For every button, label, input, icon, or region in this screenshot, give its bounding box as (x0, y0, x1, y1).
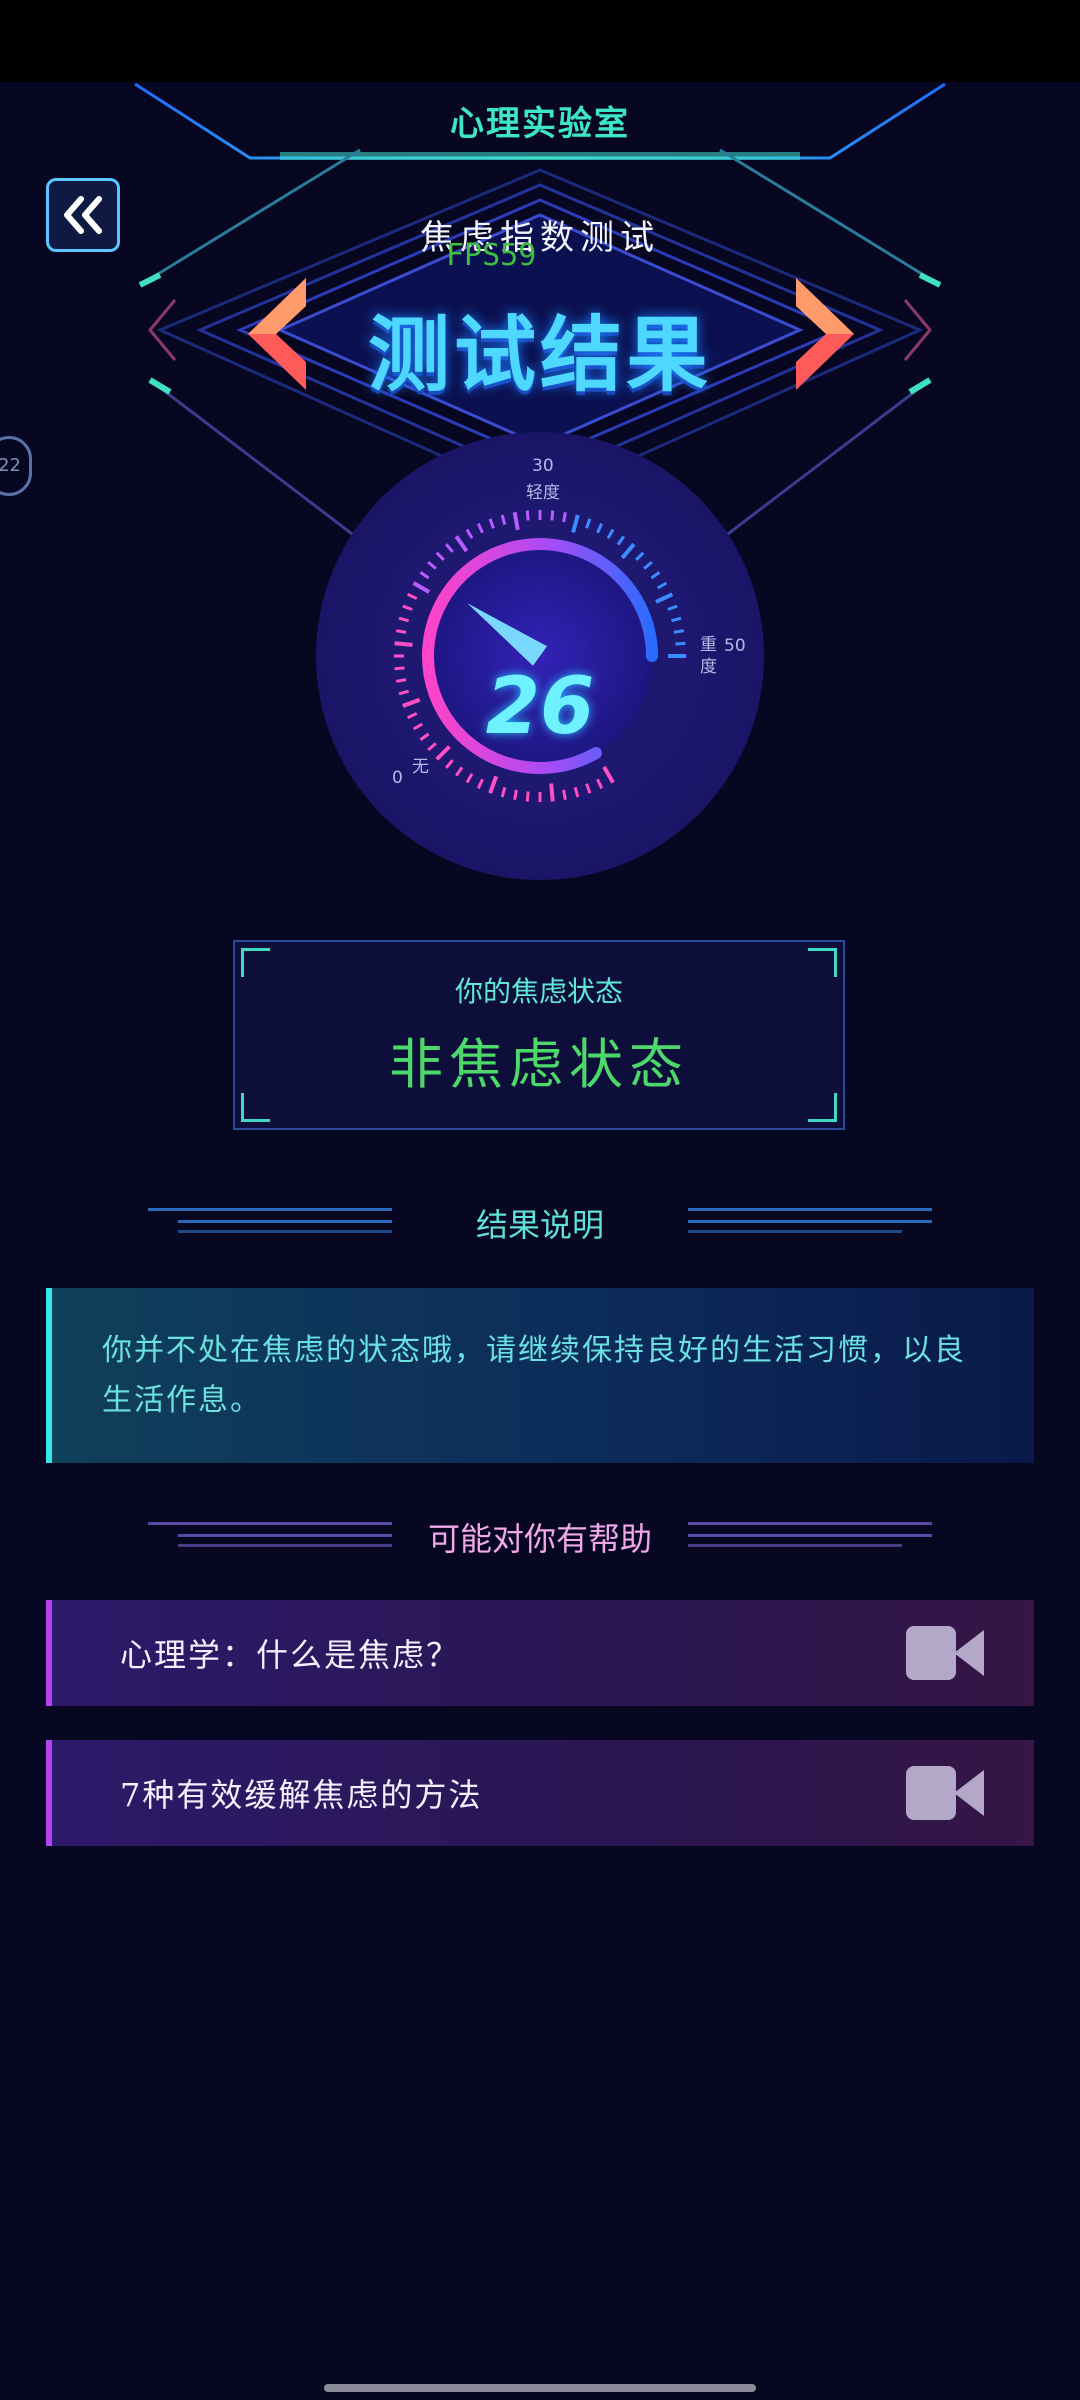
anxiety-status-card: 你的焦虑状态 非焦虑状态 (233, 940, 845, 1130)
gauge-tick (549, 783, 555, 802)
help-item-label: 7种有效缓解焦虑的方法 (120, 1776, 483, 1814)
help-item-label: 心理学：什么是焦虑？ (120, 1636, 461, 1674)
result-description-text: 你并不处在焦虑的状态哦，请继续保持良好的生活习惯，以良生活作息。 (102, 1333, 966, 1418)
gauge-tick (562, 511, 567, 523)
gauge-tick (394, 641, 413, 647)
gauge-label-max-value: 50 (724, 636, 746, 656)
help-item-what-is-anxiety[interactable]: 心理学：什么是焦虑？ (46, 1600, 1034, 1706)
gauge-label-top-value: 30 (532, 456, 554, 476)
gauge-tick (525, 510, 530, 521)
gauge-label-min-text: 无 (412, 757, 429, 777)
gauge-tick (395, 629, 407, 634)
gauge-tick (673, 629, 685, 634)
result-description-card: 你并不处在焦虑的状态哦，请继续保持良好的生活习惯，以良生活作息。 (46, 1288, 1034, 1463)
anxiety-score: 26 (485, 662, 595, 752)
gauge-tick (525, 791, 530, 802)
status-label: 你的焦虑状态 (454, 975, 623, 1008)
system-status-bar (0, 0, 1080, 82)
side-floating-badge[interactable]: 22 (0, 436, 32, 496)
gauge-tick (513, 789, 518, 801)
gauge-tick (675, 641, 686, 646)
video-camera-icon (906, 1626, 984, 1680)
gauge-label-top-text: 轻度 (526, 483, 560, 503)
video-camera-icon (906, 1766, 984, 1820)
gauge-tick (550, 510, 555, 521)
help-item-relief-methods[interactable]: 7种有效缓解焦虑的方法 (46, 1740, 1034, 1846)
gauge-tick (394, 666, 405, 671)
help-section-title: 可能对你有帮助 (427, 1520, 652, 1558)
lab-title: 心理实验室 (450, 104, 630, 144)
result-title: 测试结果 (367, 308, 712, 403)
result-section-title: 结果说明 (475, 1206, 604, 1244)
fps-counter: FPS59 (446, 238, 537, 273)
gauge-label-min-value: 0 (392, 768, 403, 788)
test-subtitle: 焦虑指数测试 (420, 218, 660, 258)
status-value: 非焦虑状态 (389, 1033, 689, 1096)
gauge-tick (562, 789, 567, 801)
gauge-tick (395, 678, 407, 683)
home-indicator[interactable] (324, 2384, 756, 2392)
gauge-label-max-text: 重度 (700, 635, 717, 677)
